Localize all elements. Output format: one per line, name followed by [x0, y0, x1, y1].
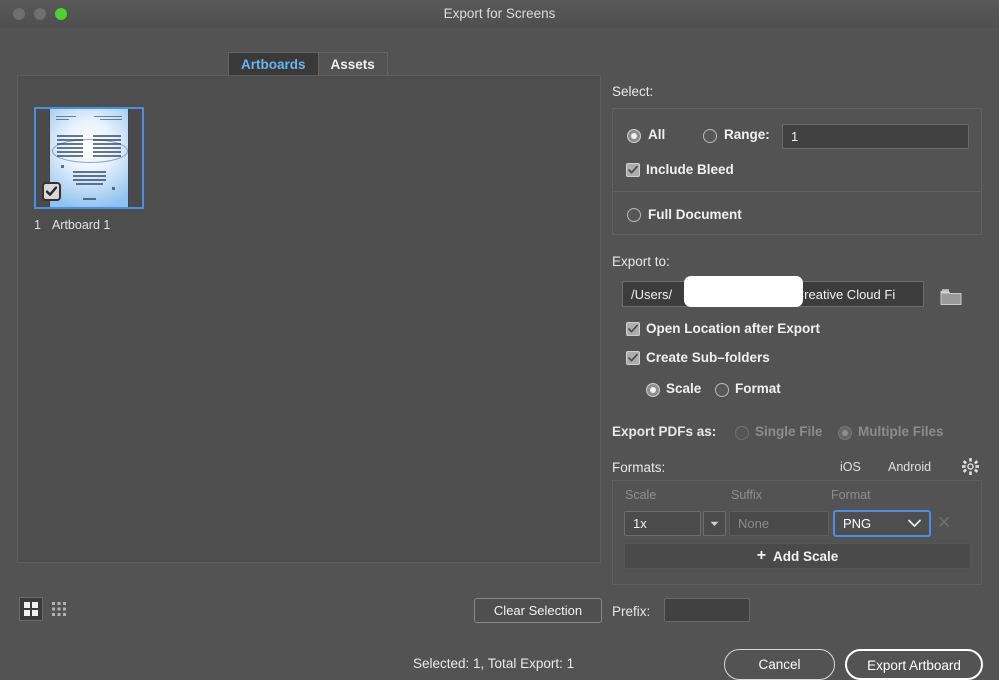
- export-artboard-button[interactable]: Export Artboard: [845, 649, 983, 680]
- column-header-format: Format: [831, 488, 871, 502]
- view-mode-toggle-group: [19, 597, 71, 621]
- chevron-down-icon: [908, 519, 921, 527]
- export-to-label: Export to:: [612, 254, 670, 269]
- dialog-body: Artboards Assets 1 Artboard 1 Clear Sele…: [0, 28, 999, 680]
- artboard-caption: 1 Artboard 1: [34, 218, 144, 232]
- list-view-icon[interactable]: [47, 597, 71, 621]
- artboard-list-item[interactable]: 1 Artboard 1: [34, 107, 144, 232]
- artboard-thumbnail[interactable]: [34, 107, 144, 209]
- add-scale-label: Add Scale: [773, 548, 839, 564]
- cancel-button[interactable]: Cancel: [724, 649, 835, 680]
- radio-single-file[interactable]: [735, 426, 749, 440]
- radio-subfolder-scale-label: Scale: [666, 381, 702, 396]
- format-select[interactable]: PNG: [833, 510, 931, 537]
- checkbox-open-location[interactable]: [626, 322, 640, 336]
- artboard-list-panel[interactable]: 1 Artboard 1: [17, 75, 601, 563]
- clear-selection-button[interactable]: Clear Selection: [474, 598, 602, 623]
- close-icon[interactable]: ✕: [937, 514, 951, 531]
- preset-android-button[interactable]: Android: [888, 460, 931, 474]
- export-for-screens-dialog: Export for Screens Artboards Assets 1 Ar…: [0, 0, 999, 680]
- plus-icon: +: [756, 547, 767, 564]
- artboard-checkbox[interactable]: [42, 182, 61, 201]
- radio-multiple-files[interactable]: [838, 426, 852, 440]
- create-subfolders-label: Create Sub–folders: [646, 350, 770, 365]
- checkbox-include-bleed[interactable]: [626, 163, 640, 177]
- add-scale-button[interactable]: + Add Scale: [624, 543, 971, 569]
- window-title: Export for Screens: [443, 6, 556, 21]
- radio-subfolder-format[interactable]: [715, 383, 729, 397]
- folder-icon[interactable]: [940, 287, 962, 311]
- tab-assets[interactable]: Assets: [318, 52, 388, 76]
- range-input[interactable]: 1: [782, 124, 969, 149]
- suffix-placeholder-text: None: [738, 516, 770, 531]
- redaction-overlay: [684, 276, 803, 307]
- checkbox-create-subfolders[interactable]: [626, 351, 640, 365]
- artboard-number: 1: [34, 218, 41, 232]
- format-select-value: PNG: [843, 516, 872, 531]
- radio-all-label: All: [648, 127, 666, 142]
- artboard-thumbnail-page: [50, 109, 128, 207]
- radio-full-document[interactable]: [627, 208, 641, 222]
- scale-input[interactable]: 1x: [624, 511, 701, 536]
- grid-view-icon[interactable]: [19, 597, 43, 621]
- radio-subfolder-format-label: Format: [735, 381, 781, 396]
- prefix-label: Prefix:: [612, 604, 651, 619]
- open-location-label: Open Location after Export: [646, 321, 821, 336]
- title-bar: Export for Screens: [0, 0, 999, 29]
- suffix-input[interactable]: None: [729, 511, 829, 536]
- include-bleed-label: Include Bleed: [646, 162, 734, 177]
- export-path-head: /Users/: [631, 286, 673, 302]
- column-header-suffix: Suffix: [731, 488, 763, 502]
- export-path-tail: /Creative Cloud Fi: [791, 286, 896, 302]
- radio-range-label: Range:: [724, 127, 770, 142]
- column-header-scale: Scale: [625, 488, 657, 502]
- multiple-files-label: Multiple Files: [858, 424, 944, 439]
- scale-dropdown-button[interactable]: [703, 511, 726, 536]
- export-status-text: Selected: 1, Total Export: 1: [413, 656, 575, 671]
- full-document-label: Full Document: [648, 207, 742, 222]
- preset-ios-button[interactable]: iOS: [840, 460, 861, 474]
- tab-bar: Artboards Assets: [228, 52, 388, 76]
- gear-icon[interactable]: [962, 458, 979, 480]
- radio-subfolder-scale[interactable]: [646, 383, 660, 397]
- select-section-label: Select:: [612, 84, 654, 99]
- select-divider: [613, 191, 981, 192]
- radio-range[interactable]: [703, 129, 717, 143]
- formats-label: Formats:: [612, 460, 666, 475]
- artboard-name: Artboard 1: [51, 218, 111, 232]
- radio-all[interactable]: [627, 129, 641, 143]
- tab-artboards[interactable]: Artboards: [228, 52, 319, 76]
- export-pdfs-label: Export PDFs as:: [612, 424, 717, 439]
- single-file-label: Single File: [755, 424, 823, 439]
- prefix-input[interactable]: [664, 598, 750, 622]
